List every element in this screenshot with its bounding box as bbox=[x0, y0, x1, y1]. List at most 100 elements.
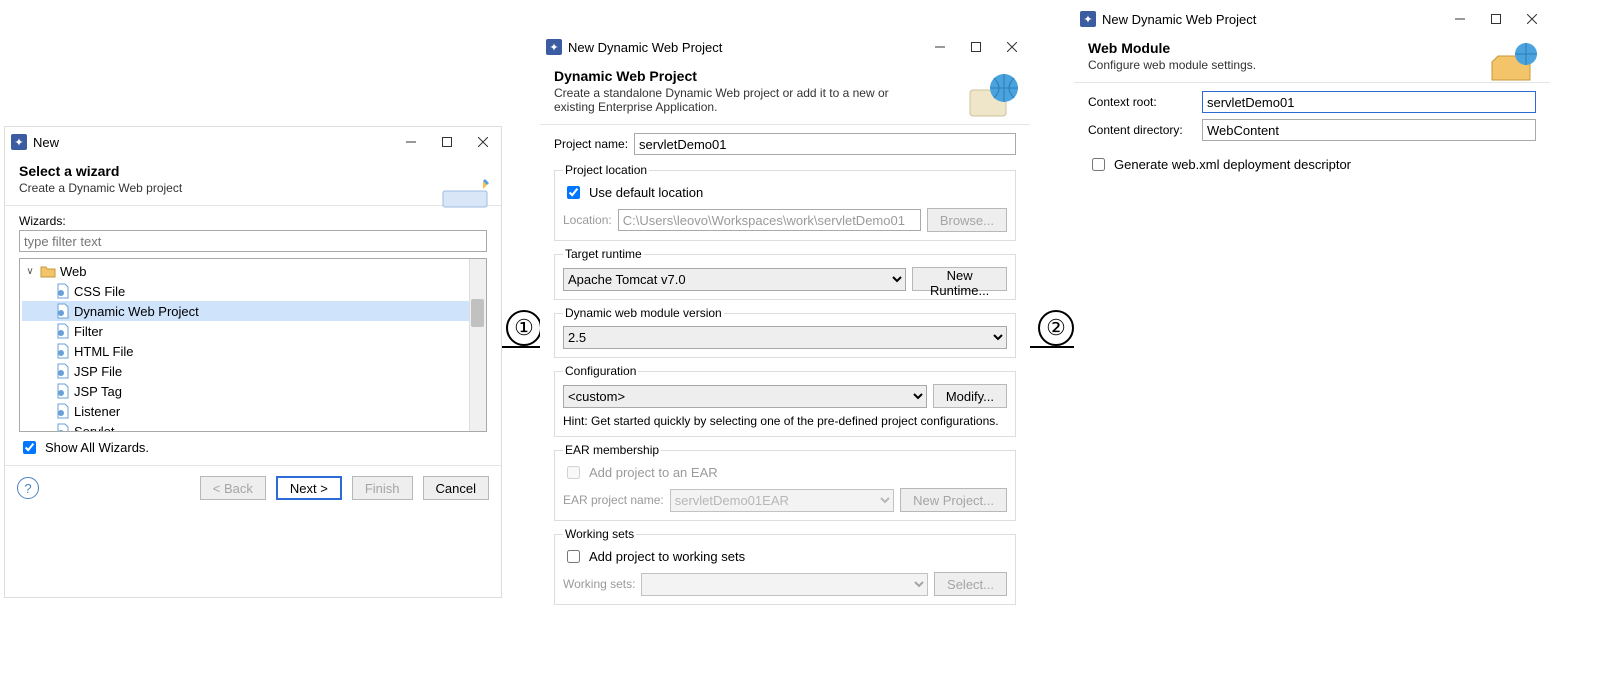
minimize-button[interactable] bbox=[922, 33, 958, 61]
dialog-header: Select a wizard Create a Dynamic Web pro… bbox=[5, 157, 501, 206]
add-to-working-sets-checkbox[interactable] bbox=[567, 550, 580, 563]
header-title: Web Module bbox=[1088, 40, 1536, 56]
modify-button[interactable]: Modify... bbox=[933, 384, 1007, 408]
eclipse-icon: ✦ bbox=[1080, 11, 1096, 27]
close-button[interactable] bbox=[1514, 5, 1550, 33]
tree-item-label: Filter bbox=[74, 324, 103, 339]
tree-item[interactable]: Servlet bbox=[22, 421, 484, 432]
new-project-button[interactable]: New Project... bbox=[900, 488, 1007, 512]
dialog-web-module: ✦ New Dynamic Web Project Web Module Con… bbox=[1074, 4, 1550, 244]
maximize-button[interactable] bbox=[429, 128, 465, 156]
cancel-button[interactable]: Cancel bbox=[423, 476, 489, 500]
tree-item-label: Servlet bbox=[74, 424, 114, 433]
window-title: New Dynamic Web Project bbox=[1102, 12, 1442, 27]
header-desc: Configure web module settings. bbox=[1088, 58, 1446, 72]
header-title: Select a wizard bbox=[19, 163, 487, 179]
target-runtime-group: Target runtime Apache Tomcat v7.0 New Ru… bbox=[554, 247, 1016, 300]
show-all-wizards-checkbox[interactable] bbox=[23, 441, 36, 454]
ear-membership-legend: EAR membership bbox=[563, 443, 661, 457]
tree-item[interactable]: Listener bbox=[22, 401, 484, 421]
use-default-location-checkbox[interactable] bbox=[567, 186, 580, 199]
working-sets-select bbox=[641, 573, 928, 596]
dialog-header: Dynamic Web Project Create a standalone … bbox=[540, 62, 1030, 125]
file-icon bbox=[56, 343, 70, 359]
browse-button[interactable]: Browse... bbox=[927, 208, 1007, 232]
file-icon bbox=[56, 403, 70, 419]
context-root-input[interactable] bbox=[1202, 91, 1536, 113]
dialog-header: Web Module Configure web module settings… bbox=[1074, 34, 1550, 83]
tree-item-label: JSP Tag bbox=[74, 384, 122, 399]
header-desc: Create a Dynamic Web project bbox=[19, 181, 393, 195]
ear-name-label: EAR project name: bbox=[563, 493, 664, 507]
maximize-button[interactable] bbox=[958, 33, 994, 61]
add-to-ear-label: Add project to an EAR bbox=[589, 465, 718, 480]
filter-input[interactable] bbox=[19, 230, 487, 252]
tree-node-label: Web bbox=[60, 264, 87, 279]
module-version-group: Dynamic web module version 2.5 bbox=[554, 306, 1016, 358]
web-project-icon bbox=[966, 66, 1022, 122]
show-all-wizards-label: Show All Wizards. bbox=[45, 440, 149, 455]
add-to-ear-checkbox[interactable] bbox=[567, 466, 580, 479]
dialog-body: Context root: Content directory: Generat… bbox=[1074, 83, 1550, 182]
tree-item-label: Dynamic Web Project bbox=[74, 304, 199, 319]
tree-item[interactable]: CSS File bbox=[22, 281, 484, 301]
content-directory-input[interactable] bbox=[1202, 119, 1536, 141]
twistie-icon[interactable]: ∨ bbox=[24, 266, 36, 277]
tree-item[interactable]: Dynamic Web Project bbox=[22, 301, 484, 321]
connector-line bbox=[502, 346, 540, 348]
project-location-group: Project location Use default location Lo… bbox=[554, 163, 1016, 241]
tree-item-label: Listener bbox=[74, 404, 120, 419]
web-module-icon bbox=[1486, 38, 1542, 94]
annotation-two: ② bbox=[1038, 310, 1074, 346]
next-button[interactable]: Next > bbox=[276, 476, 342, 500]
file-icon bbox=[56, 303, 70, 319]
module-version-select[interactable]: 2.5 bbox=[563, 326, 1007, 349]
wizard-banner-icon bbox=[437, 161, 493, 217]
tree-item-label: CSS File bbox=[74, 284, 125, 299]
minimize-button[interactable] bbox=[393, 128, 429, 156]
ear-name-select: servletDemo01EAR bbox=[670, 489, 894, 512]
maximize-button[interactable] bbox=[1478, 5, 1514, 33]
close-button[interactable] bbox=[994, 33, 1030, 61]
header-desc: Create a standalone Dynamic Web project … bbox=[554, 86, 924, 114]
help-button[interactable]: ? bbox=[17, 477, 39, 499]
configuration-group: Configuration <custom> Modify... Hint: G… bbox=[554, 364, 1016, 437]
finish-button[interactable]: Finish bbox=[352, 476, 413, 500]
annotation-one: ① bbox=[506, 310, 542, 346]
location-label: Location: bbox=[563, 213, 612, 227]
file-icon bbox=[56, 383, 70, 399]
tree-node-web[interactable]: ∨ Web bbox=[22, 261, 484, 281]
wizard-tree[interactable]: ∨ Web CSS File Dynamic Web Project Filter H… bbox=[19, 258, 487, 432]
minimize-button[interactable] bbox=[1442, 5, 1478, 33]
generate-webxml-checkbox[interactable] bbox=[1092, 158, 1105, 171]
content-directory-label: Content directory: bbox=[1088, 123, 1196, 137]
eclipse-icon: ✦ bbox=[11, 134, 27, 150]
eclipse-icon: ✦ bbox=[546, 39, 562, 55]
ear-membership-group: EAR membership Add project to an EAR EAR… bbox=[554, 443, 1016, 521]
target-runtime-select[interactable]: Apache Tomcat v7.0 bbox=[563, 268, 906, 291]
dialog-new-dynamic-web-project: ✦ New Dynamic Web Project Dynamic Web Pr… bbox=[540, 32, 1030, 668]
back-button[interactable]: < Back bbox=[200, 476, 266, 500]
project-location-legend: Project location bbox=[563, 163, 649, 177]
configuration-select[interactable]: <custom> bbox=[563, 385, 927, 408]
dialog-new-wizard: ✦ New Select a wizard Create a Dynamic W… bbox=[4, 126, 502, 598]
tree-item[interactable]: JSP Tag bbox=[22, 381, 484, 401]
new-runtime-button[interactable]: New Runtime... bbox=[912, 267, 1007, 291]
folder-open-icon bbox=[40, 264, 56, 278]
tree-item[interactable]: Filter bbox=[22, 321, 484, 341]
configuration-legend: Configuration bbox=[563, 364, 638, 378]
working-sets-label: Working sets: bbox=[563, 577, 635, 591]
dialog-body: Project name: Project location Use defau… bbox=[540, 125, 1030, 619]
close-button[interactable] bbox=[465, 128, 501, 156]
wizards-label: Wizards: bbox=[19, 214, 487, 228]
tree-item[interactable]: JSP File bbox=[22, 361, 484, 381]
tree-item[interactable]: HTML File bbox=[22, 341, 484, 361]
titlebar: ✦ New Dynamic Web Project bbox=[540, 32, 1030, 62]
select-working-sets-button[interactable]: Select... bbox=[934, 572, 1007, 596]
header-title: Dynamic Web Project bbox=[554, 68, 1016, 84]
configuration-hint: Hint: Get started quickly by selecting o… bbox=[563, 414, 1007, 428]
dialog-footer: ? < Back Next > Finish Cancel bbox=[5, 465, 501, 510]
project-name-input[interactable] bbox=[634, 133, 1016, 155]
scrollbar[interactable] bbox=[469, 259, 486, 431]
scrollbar-thumb[interactable] bbox=[471, 299, 484, 327]
